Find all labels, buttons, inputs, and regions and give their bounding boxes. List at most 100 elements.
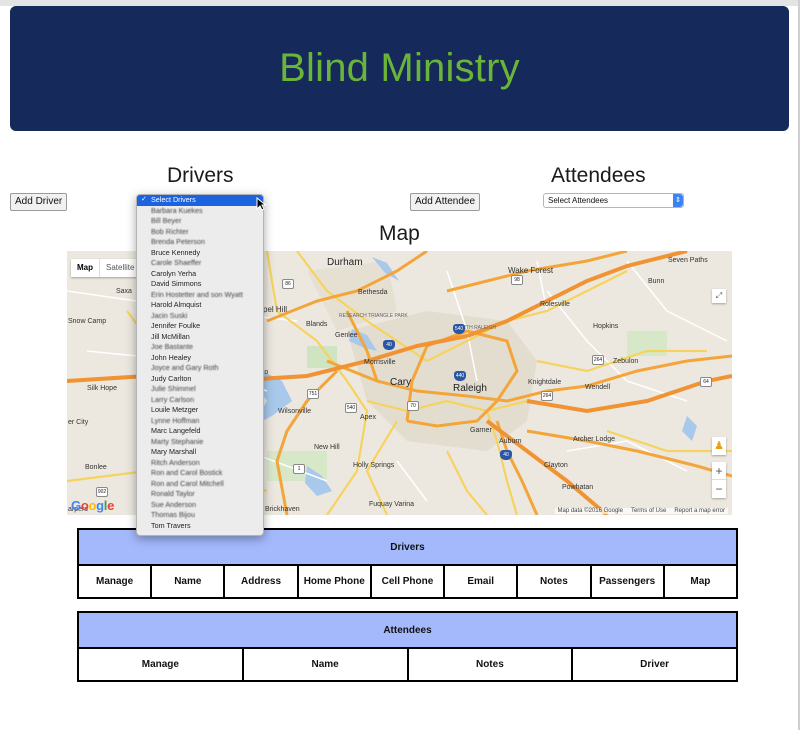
add-driver-button[interactable]: Add Driver bbox=[10, 193, 68, 211]
drivers-col-passengers: Passengers bbox=[589, 564, 665, 599]
drivers-option-selected[interactable]: ✓ Select Drivers bbox=[137, 195, 263, 206]
mouse-cursor-icon bbox=[256, 197, 266, 211]
route-98-shield: 98 bbox=[511, 275, 523, 285]
drivers-option[interactable]: Judy Carlton bbox=[137, 374, 263, 385]
map-label-brickhaven: Brickhaven bbox=[265, 506, 300, 513]
drivers-option[interactable]: Barbara Kuekes bbox=[137, 206, 263, 217]
drivers-option[interactable]: Sue Anderson bbox=[137, 500, 263, 511]
drivers-option[interactable]: Marty Stephanie bbox=[137, 437, 263, 448]
drivers-option[interactable]: Bill Beyer bbox=[137, 216, 263, 227]
zoom-out-button[interactable]: − bbox=[712, 480, 726, 498]
map-label-er-city: er City bbox=[68, 419, 89, 426]
map-label-wilsonville: Wilsonville bbox=[278, 408, 312, 415]
add-attendee-button[interactable]: Add Attendee bbox=[410, 193, 481, 211]
map-label-chapel-hill: pel Hill bbox=[263, 305, 288, 314]
drivers-option[interactable]: Ronald Taylor bbox=[137, 489, 263, 500]
map-label-morrisville: Morrisville bbox=[364, 359, 396, 366]
map-label-knightdale: Knightdale bbox=[528, 379, 562, 386]
map-label-wendell: Wendell bbox=[585, 384, 611, 391]
drivers-col-email: Email bbox=[443, 564, 519, 599]
attendees-col-driver: Driver bbox=[571, 647, 738, 682]
map-label-bonlee: Bonlee bbox=[85, 464, 107, 471]
drivers-option[interactable]: Tom Travers bbox=[137, 521, 263, 532]
map-label-wake-forest: Wake Forest bbox=[508, 266, 554, 275]
drivers-option[interactable]: Jacin Suski bbox=[137, 311, 263, 322]
map-label-silk-hope: Silk Hope bbox=[87, 385, 117, 392]
zoom-in-button[interactable]: + bbox=[712, 462, 726, 480]
route-902-shield: 902 bbox=[96, 487, 108, 497]
drivers-col-manage: Manage bbox=[76, 564, 153, 599]
drivers-option-list: Barbara Kuekes Bill Beyer Bob Richter Brend… bbox=[137, 206, 263, 532]
drivers-option[interactable]: Jennifer Foulke bbox=[137, 321, 263, 332]
interstate-440-shield: 440 bbox=[454, 371, 466, 381]
drivers-option[interactable]: Ron and Carol Bostick bbox=[137, 468, 263, 479]
attendees-select[interactable]: Select Attendees ⇕ bbox=[543, 193, 684, 208]
drivers-option[interactable]: Bruce Kennedy bbox=[137, 248, 263, 259]
drivers-option[interactable]: Joe Bastante bbox=[137, 342, 263, 353]
site-header: Blind Ministry bbox=[10, 6, 789, 131]
fullscreen-icon[interactable]: ⤢ bbox=[712, 289, 726, 303]
drivers-option[interactable]: Carolyn Yerha bbox=[137, 269, 263, 280]
route-751-shield: 751 bbox=[307, 389, 319, 399]
drivers-option[interactable]: Mary Marshall bbox=[137, 447, 263, 458]
drivers-col-name: Name bbox=[150, 564, 226, 599]
map-type-map[interactable]: Map bbox=[71, 259, 99, 277]
drivers-table-header-row: Manage Name Address Home Phone Cell Phone Ema… bbox=[76, 564, 739, 599]
route-264-east-shield: 264 bbox=[592, 355, 604, 365]
drivers-option[interactable]: John Healey bbox=[137, 353, 263, 364]
zoom-control[interactable]: + − bbox=[712, 462, 726, 498]
drivers-option[interactable]: Larry Carlson bbox=[137, 395, 263, 406]
map-type-satellite[interactable]: Satellite bbox=[99, 259, 140, 277]
map-report-link[interactable]: Report a map error bbox=[674, 508, 725, 514]
map-label-powhatan: Powhatan bbox=[562, 484, 594, 491]
drivers-option[interactable]: Marc Langefeld bbox=[137, 426, 263, 437]
drivers-option[interactable]: Joyce and Gary Roth bbox=[137, 363, 263, 374]
map-label-rtp: RESEARCH TRIANGLE PARK bbox=[339, 313, 408, 319]
map-label-auburn: Auburn bbox=[499, 438, 522, 445]
interstate-540-shield: 540 bbox=[453, 324, 465, 334]
map-label-bunn: Bunn bbox=[648, 278, 665, 285]
map-label-genlee: Genlee bbox=[335, 332, 358, 339]
interstate-40-south-shield: 40 bbox=[500, 450, 512, 460]
map-label-clayton: Clayton bbox=[544, 462, 568, 469]
drivers-heading: Drivers bbox=[167, 164, 234, 187]
route-540-shield: 540 bbox=[345, 403, 357, 413]
drivers-option[interactable]: Lynne Hoffman bbox=[137, 416, 263, 427]
drivers-option[interactable]: Louile Metzger bbox=[137, 405, 263, 416]
drivers-option[interactable]: Erin Hostetter and son Wyatt bbox=[137, 290, 263, 301]
page-title: Blind Ministry bbox=[279, 46, 520, 90]
map-label-cary: Cary bbox=[390, 377, 412, 388]
drivers-option[interactable]: Jill McMillan bbox=[137, 332, 263, 343]
map-label-apex: Apex bbox=[360, 414, 376, 421]
drivers-option[interactable]: Ritch Anderson bbox=[137, 458, 263, 469]
drivers-option[interactable]: Harold Almquist bbox=[137, 300, 263, 311]
map-label-rolesville: Rolesville bbox=[540, 301, 570, 308]
drivers-option[interactable]: Julie Shimmel bbox=[137, 384, 263, 395]
map-label-saxapahaw: Saxa bbox=[116, 288, 132, 295]
route-264-shield: 264 bbox=[541, 391, 553, 401]
drivers-option[interactable]: Bob Richter bbox=[137, 227, 263, 238]
drivers-option[interactable]: Ron and Carol Mitchell bbox=[137, 479, 263, 490]
drivers-option[interactable]: Carole Shaeffer bbox=[137, 258, 263, 269]
route-64-shield: 64 bbox=[700, 377, 712, 387]
checkmark-icon: ✓ bbox=[141, 196, 147, 203]
map-terms-link[interactable]: Terms of Use bbox=[631, 508, 666, 514]
map-label-snow-camp: Snow Camp bbox=[68, 318, 107, 325]
map-label-seven-paths: Seven Paths bbox=[668, 257, 708, 264]
map-label-zebulon: Zebulon bbox=[613, 358, 639, 365]
drivers-col-map: Map bbox=[662, 564, 739, 599]
drivers-option[interactable]: David Simmons bbox=[137, 279, 263, 290]
drivers-option[interactable]: Brenda Peterson bbox=[137, 237, 263, 248]
map-label-fuquay-varina: Fuquay Varina bbox=[369, 501, 415, 508]
route-1-shield: 1 bbox=[293, 464, 305, 474]
attendees-table-caption: Attendees bbox=[77, 611, 738, 649]
drivers-option[interactable]: Thomas Bijou bbox=[137, 510, 263, 521]
map-label-new-hill: New Hill bbox=[314, 444, 340, 451]
map-label-raleigh: Raleigh bbox=[453, 383, 487, 394]
map-label-holly-springs: Holly Springs bbox=[353, 462, 395, 469]
route-86-shield: 86 bbox=[282, 279, 294, 289]
drivers-select-dropdown[interactable]: ✓ Select Drivers Barbara Kuekes Bill Beye… bbox=[136, 194, 264, 536]
map-type-control[interactable]: Map Satellite bbox=[71, 259, 141, 277]
map-label-blands: Blands bbox=[306, 321, 328, 328]
pegman-icon[interactable]: ♟ bbox=[712, 437, 726, 455]
